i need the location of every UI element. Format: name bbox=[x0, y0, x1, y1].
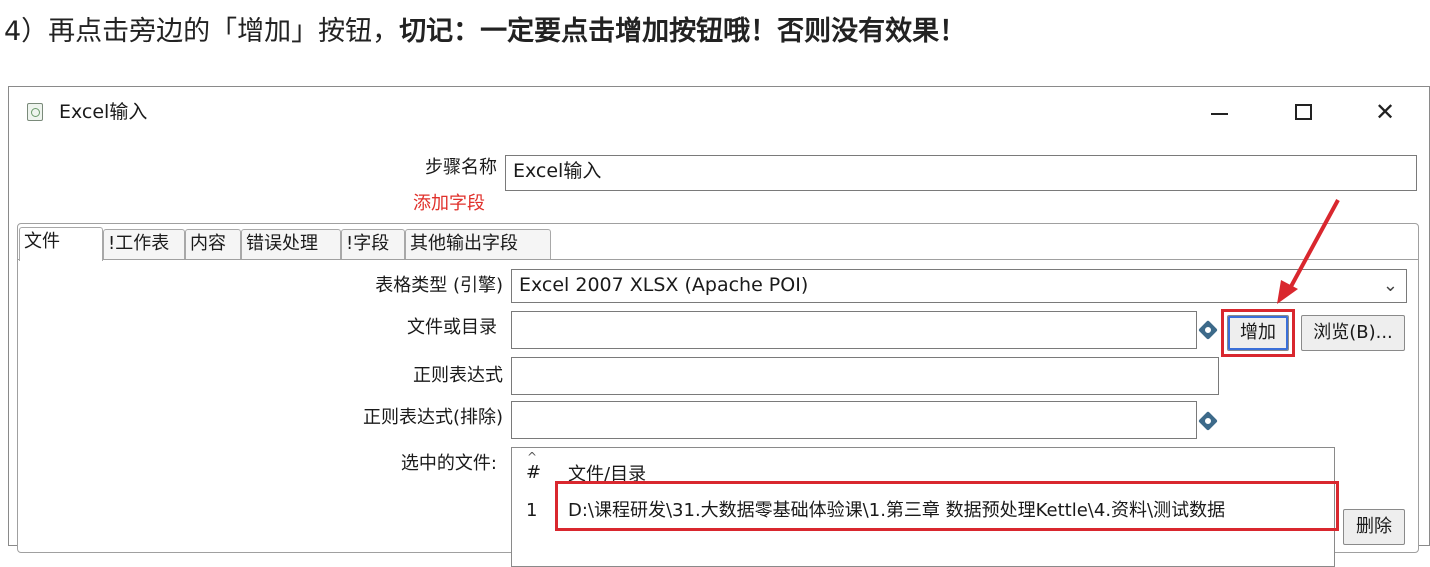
annotation-arrow bbox=[1277, 199, 1340, 304]
